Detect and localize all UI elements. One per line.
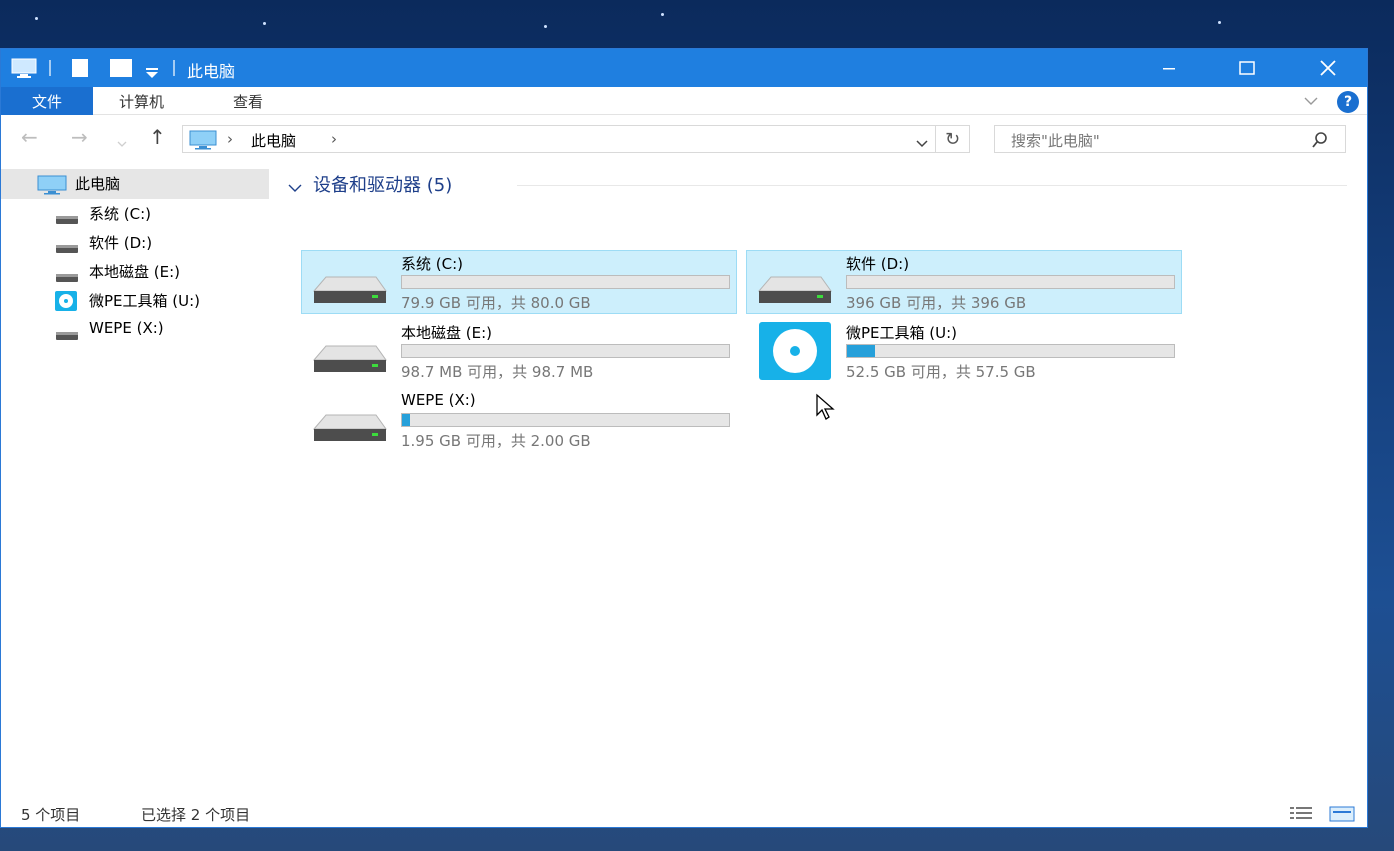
sidebar-item-drive-e[interactable]: 本地磁盘 (E:) <box>1 257 269 286</box>
drive-icon <box>55 239 79 258</box>
mouse-cursor-icon <box>815 393 839 425</box>
drive-usage-bar <box>846 344 1175 358</box>
drive-free-space: 1.95 GB 可用，共 2.00 GB <box>401 432 591 450</box>
sidebar-item-label: 系统 (C:) <box>89 205 151 223</box>
minimize-icon <box>1163 68 1175 70</box>
explorer-window: 此电脑 文件 计算机 查看 ? ← → ↑ › 此电脑 › ↻ 搜索"此电脑" … <box>0 48 1368 828</box>
separator <box>49 60 51 76</box>
desktop-star <box>544 25 547 28</box>
sidebar-item-drive-d[interactable]: 软件 (D:) <box>1 228 269 257</box>
sidebar-root-label: 此电脑 <box>75 175 121 193</box>
drive-usage-bar <box>846 275 1175 289</box>
refresh-icon: ↻ <box>944 128 961 150</box>
navigation-pane: 此电脑 系统 (C:) 软件 (D:) 本地磁盘 (E:) 微PE工具箱 (U:… <box>1 169 269 779</box>
sidebar-item-label: WEPE (X:) <box>89 319 164 337</box>
drive-usage-fill <box>847 345 876 357</box>
drive-free-space: 79.9 GB 可用，共 80.0 GB <box>401 294 591 312</box>
computer-icon <box>37 175 67 199</box>
computer-icon <box>189 130 217 154</box>
tab-computer[interactable]: 计算机 <box>119 91 164 112</box>
address-input[interactable]: › 此电脑 › <box>182 125 936 153</box>
drive-name: WEPE (X:) <box>401 391 476 409</box>
drive-free-space: 98.7 MB 可用，共 98.7 MB <box>401 363 594 381</box>
sidebar-item-label: 微PE工具箱 (U:) <box>89 292 201 310</box>
separator <box>173 60 175 76</box>
status-bar: 5 个项目 已选择 2 个项目 <box>1 801 1367 827</box>
help-icon[interactable]: ? <box>1337 91 1359 113</box>
group-divider <box>517 185 1347 186</box>
search-input[interactable]: 搜索"此电脑" <box>994 125 1346 153</box>
search-placeholder: 搜索"此电脑" <box>1011 132 1100 150</box>
breadcrumb-chevron-icon[interactable]: › <box>227 130 233 148</box>
drive-usage-bar <box>401 344 730 358</box>
drive-icon <box>755 261 833 309</box>
drive-name: 本地磁盘 (E:) <box>401 324 493 342</box>
drive-free-space: 52.5 GB 可用，共 57.5 GB <box>846 363 1036 381</box>
ribbon-tabs: 文件 计算机 查看 ? <box>1 87 1367 115</box>
drive-usage-bar <box>401 275 730 289</box>
drive-usage-bar <box>401 413 730 427</box>
computer-icon <box>11 58 37 82</box>
desktop-star <box>1218 21 1221 24</box>
status-item-count: 5 个项目 <box>21 806 81 824</box>
sidebar-item-this-pc[interactable]: 此电脑 <box>1 169 269 199</box>
back-arrow-icon[interactable]: ← <box>21 127 38 147</box>
recent-locations-chevron-icon[interactable] <box>117 131 127 151</box>
drive-tile-e[interactable]: 本地磁盘 (E:) 98.7 MB 可用，共 98.7 MB <box>301 319 737 383</box>
breadcrumb-this-pc[interactable]: 此电脑 <box>251 130 296 151</box>
drive-tile-u[interactable]: 微PE工具箱 (U:) 52.5 GB 可用，共 57.5 GB <box>746 319 1182 383</box>
sidebar-item-label: 本地磁盘 (E:) <box>89 263 181 281</box>
disc-drive-icon <box>55 291 77 315</box>
breadcrumb-chevron-icon[interactable]: › <box>331 130 337 148</box>
ribbon-expand-icon[interactable] <box>1303 93 1319 112</box>
quick-access-dropdown-icon[interactable] <box>145 63 159 82</box>
sidebar-item-drive-c[interactable]: 系统 (C:) <box>1 199 269 228</box>
close-icon <box>1320 60 1336 76</box>
drive-tile-c[interactable]: 系统 (C:) 79.9 GB 可用，共 80.0 GB <box>301 250 737 314</box>
tab-file[interactable]: 文件 <box>1 87 93 115</box>
drive-name: 微PE工具箱 (U:) <box>846 324 958 342</box>
properties-icon[interactable] <box>71 58 89 82</box>
drive-tile-x[interactable]: WEPE (X:) 1.95 GB 可用，共 2.00 GB <box>301 388 737 452</box>
drive-icon <box>310 261 388 309</box>
drive-icon <box>55 210 79 229</box>
desktop-star <box>263 22 266 25</box>
forward-arrow-icon[interactable]: → <box>71 127 88 147</box>
group-title: 设备和驱动器 (5) <box>313 175 453 196</box>
tiles-view-icon[interactable] <box>1329 806 1355 822</box>
content-pane: 设备和驱动器 (5) 系统 (C:) 79.9 GB 可用，共 80.0 GB <box>285 169 1355 779</box>
drive-icon <box>310 399 388 447</box>
group-header[interactable]: 设备和驱动器 (5) <box>285 171 1355 197</box>
search-icon[interactable] <box>1311 131 1329 153</box>
desktop-star <box>35 17 38 20</box>
drive-name: 系统 (C:) <box>401 255 463 273</box>
desktop-star <box>661 13 664 16</box>
close-button[interactable] <box>1288 49 1368 87</box>
address-bar-row: ← → ↑ › 此电脑 › ↻ 搜索"此电脑" <box>1 115 1367 161</box>
window-title: 此电脑 <box>187 62 236 81</box>
maximize-icon <box>1239 61 1255 75</box>
drive-tile-d[interactable]: 软件 (D:) 396 GB 可用，共 396 GB <box>746 250 1182 314</box>
up-arrow-icon[interactable]: ↑ <box>149 127 166 147</box>
sidebar-item-label: 软件 (D:) <box>89 234 153 252</box>
tab-view[interactable]: 查看 <box>233 91 263 112</box>
maximize-button[interactable] <box>1207 49 1287 87</box>
collapse-chevron-icon[interactable] <box>287 178 303 197</box>
disc-drive-icon <box>759 322 831 384</box>
drive-free-space: 396 GB 可用，共 396 GB <box>846 294 1027 312</box>
sidebar-item-drive-x[interactable]: WEPE (X:) <box>1 315 269 344</box>
details-view-icon[interactable] <box>1289 806 1313 822</box>
drive-usage-fill <box>402 414 411 426</box>
refresh-button[interactable]: ↻ <box>936 125 970 153</box>
status-selected-count: 已选择 2 个项目 <box>141 806 251 824</box>
drive-name: 软件 (D:) <box>846 255 910 273</box>
sidebar-item-drive-u[interactable]: 微PE工具箱 (U:) <box>1 286 269 315</box>
title-bar: 此电脑 <box>1 49 1367 87</box>
minimize-button[interactable] <box>1129 49 1209 87</box>
drive-icon <box>55 326 79 345</box>
address-dropdown-icon[interactable] <box>915 134 929 153</box>
drive-icon <box>310 330 388 378</box>
drive-icon <box>55 268 79 287</box>
new-folder-icon[interactable] <box>109 58 133 82</box>
